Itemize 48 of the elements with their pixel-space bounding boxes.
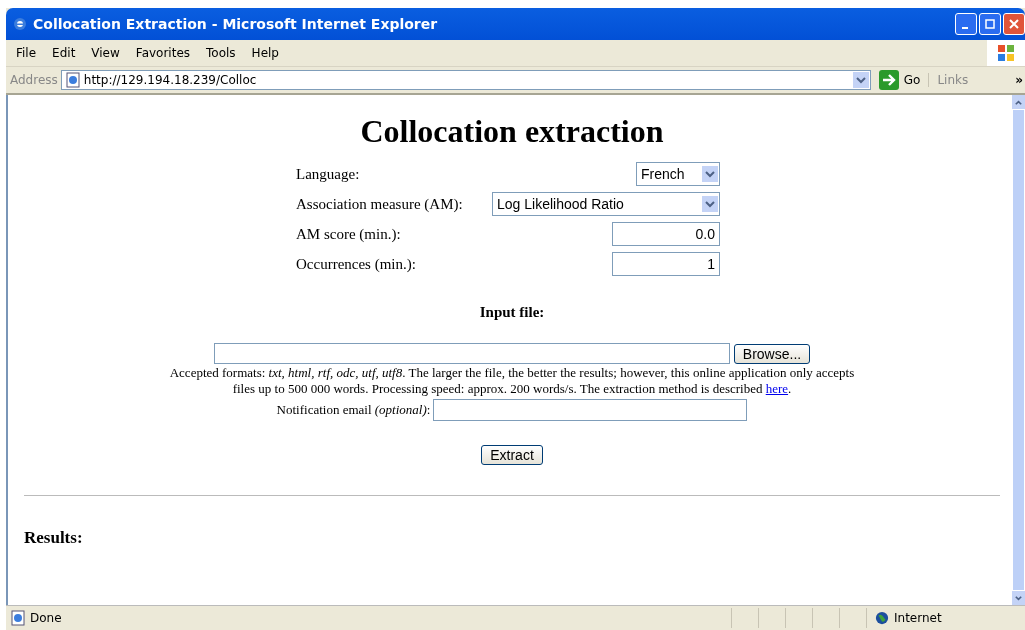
info-paragraph: Accepted formats: txt, html, rtf, odc, utf, utf8. The larger the file, the better the results; however, this online application only accepts files up to 500 000 words. Processing speed: approx. 200 words/s. The extraction method is described here. bbox=[168, 365, 856, 397]
page-heading: Collocation extraction bbox=[359, 113, 665, 150]
file-path-field[interactable] bbox=[213, 343, 730, 364]
field-label: Association measure (AM): bbox=[296, 195, 463, 213]
dropdown-icon bbox=[702, 196, 718, 212]
windows-logo-icon bbox=[996, 43, 1016, 63]
window-title: Collocation Extraction - Microsoft Internet Explorer bbox=[33, 16, 438, 32]
menu-item[interactable]: Favorites bbox=[127, 46, 199, 60]
dropdown[interactable]: French bbox=[636, 162, 720, 186]
address-field[interactable]: http://129.194.18.239/Colloc bbox=[60, 70, 871, 90]
maximize-button[interactable] bbox=[979, 13, 1001, 35]
field-label: AM score (min.): bbox=[296, 225, 401, 243]
maximize-icon bbox=[985, 19, 995, 29]
dropdown-icon[interactable] bbox=[852, 72, 869, 88]
status-text: Done bbox=[30, 611, 62, 625]
extract-button[interactable]: Extract bbox=[481, 445, 543, 465]
menu-item[interactable]: View bbox=[83, 46, 128, 60]
page-icon bbox=[10, 610, 26, 626]
menu-item[interactable]: Help bbox=[243, 46, 287, 60]
minimize-icon bbox=[961, 27, 968, 29]
address-label: Address bbox=[10, 73, 58, 87]
minimize-button[interactable] bbox=[955, 13, 977, 35]
field-label: Occurrences (min.): bbox=[296, 255, 416, 273]
menu-item[interactable]: File bbox=[8, 46, 45, 60]
chevron-button[interactable]: » bbox=[1015, 73, 1023, 87]
menu-item[interactable]: Edit bbox=[44, 46, 84, 60]
section-title: Results: bbox=[24, 528, 84, 548]
dropdown-icon bbox=[702, 166, 718, 182]
globe-icon bbox=[875, 611, 889, 625]
email-field[interactable] bbox=[433, 399, 748, 421]
section-title: Input file: bbox=[478, 304, 546, 321]
close-button[interactable] bbox=[1003, 13, 1025, 35]
input-field[interactable]: 1 bbox=[612, 252, 720, 276]
menu-item[interactable]: Tools bbox=[198, 46, 244, 60]
zone-label: Internet bbox=[894, 611, 942, 625]
link[interactable]: here bbox=[765, 381, 789, 396]
field-label: Language: bbox=[296, 165, 360, 183]
go-button[interactable]: Go bbox=[870, 70, 929, 90]
close-icon bbox=[1009, 19, 1019, 29]
input-field[interactable]: 0.0 bbox=[612, 222, 720, 246]
scroll-up-icon[interactable] bbox=[1014, 97, 1023, 107]
dropdown[interactable]: Log Likelihood Ratio bbox=[492, 192, 720, 216]
arrow-icon bbox=[878, 70, 899, 90]
browse-button[interactable]: Browse... bbox=[733, 343, 811, 364]
browser-icon bbox=[12, 16, 28, 32]
page-icon bbox=[64, 72, 81, 88]
field-label: Notification email (optional): bbox=[276, 402, 431, 418]
scroll-down-icon[interactable] bbox=[1014, 593, 1023, 603]
